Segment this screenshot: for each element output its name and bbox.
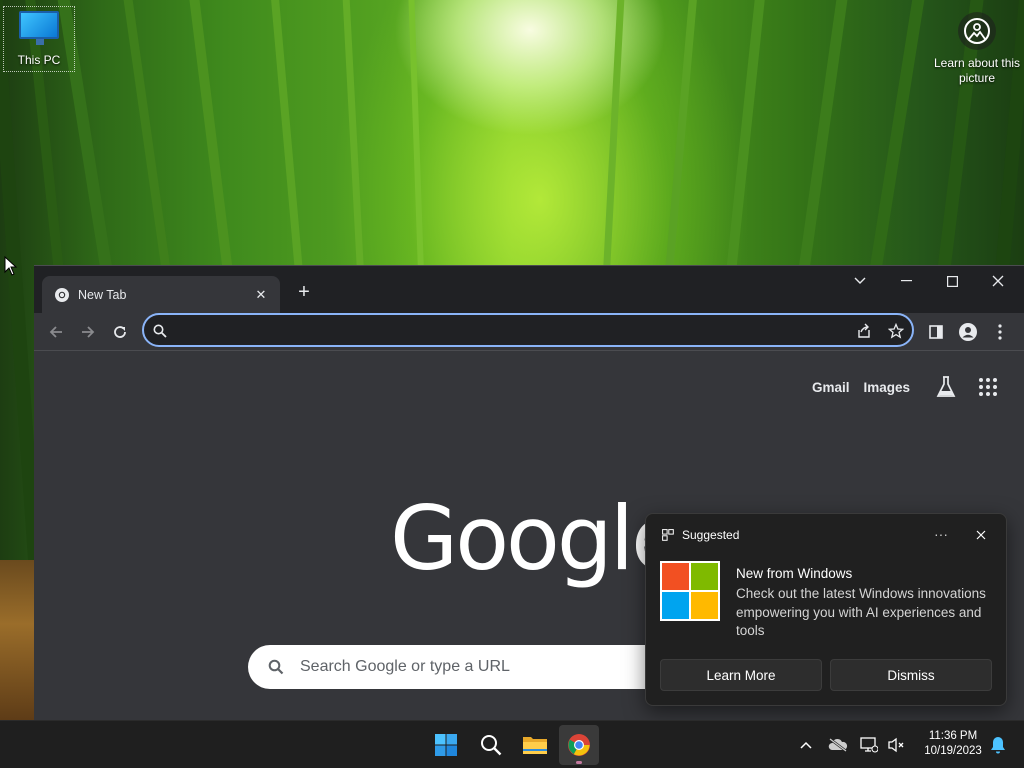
microsoft-logo-icon [660,561,720,621]
address-input[interactable] [176,319,836,341]
system-clock[interactable]: 11:36 PM 10/19/2023 [914,729,992,759]
close-window-button[interactable] [975,266,1021,296]
side-panel-icon[interactable] [924,320,948,344]
start-button[interactable] [426,725,466,765]
share-icon[interactable] [854,321,874,341]
onedrive-icon[interactable] [826,733,850,757]
desktop-icon-label: This PC [17,53,61,67]
notification-more-icon[interactable]: ··· [932,526,950,542]
desktop-icon-label: Learn about this picture [933,56,1021,85]
network-icon[interactable] [857,733,881,757]
clock-date: 10/19/2023 [924,745,982,757]
chrome-menu-icon[interactable] [988,320,1012,344]
forward-button[interactable] [76,320,100,344]
file-explorer-button[interactable] [515,725,555,765]
omnibox[interactable] [142,313,914,347]
search-icon [268,659,284,675]
taskbar: 11:36 PM 10/19/2023 [0,720,1024,768]
google-logo: Google [390,487,685,590]
notification-header: Suggested [662,528,739,542]
chrome-taskbar-button[interactable] [559,725,599,765]
ntp-top-links: Gmail Images [812,371,1024,403]
notification-bell-icon[interactable] [986,733,1010,757]
desktop-icon-this-pc[interactable]: This PC [3,6,75,72]
ntp-search-placeholder: Search Google or type a URL [300,658,510,675]
volume-muted-icon[interactable] [884,733,908,757]
profile-avatar-icon[interactable] [956,320,980,344]
desktop-icon-learn-about-picture[interactable]: Learn about this picture [932,12,1022,86]
notification-body: Check out the latest Windows innovations… [736,586,986,638]
clock-time: 11:36 PM [928,730,978,742]
start-icon [435,734,457,756]
taskbar-search-button[interactable] [471,725,511,765]
windows-notification: Suggested ··· New from Windows Check out… [645,513,1007,706]
chrome-icon [568,734,590,756]
tab-title: New Tab [78,287,127,302]
notification-header-label: Suggested [682,528,740,542]
chrome-favicon-icon [55,287,69,302]
dismiss-button[interactable]: Dismiss [830,659,992,691]
reload-button[interactable] [108,320,132,344]
minimize-button[interactable] [883,266,929,296]
search-icon [481,735,502,756]
mouse-cursor-icon [4,255,18,281]
tab-new-tab[interactable]: New Tab ✕ [42,276,280,313]
bookmark-star-icon[interactable] [886,321,906,341]
chrome-toolbar [34,313,1024,351]
back-button[interactable] [44,320,68,344]
chevron-up-icon[interactable] [794,733,818,757]
labs-flask-icon[interactable] [934,375,958,399]
chrome-titlebar: New Tab ✕ + [34,266,1024,313]
tab-close-icon[interactable]: ✕ [252,286,270,304]
gmail-link[interactable]: Gmail [812,380,850,395]
suggested-icon [662,529,674,541]
learn-picture-icon [958,12,996,50]
maximize-button[interactable] [929,266,975,296]
search-icon [150,321,170,341]
notification-title: New from Windows [736,566,853,581]
google-apps-icon[interactable] [976,375,1000,399]
notification-close-icon[interactable] [972,526,990,544]
tab-search-icon[interactable] [837,266,883,296]
new-tab-button[interactable]: + [292,280,316,304]
learn-more-button[interactable]: Learn More [660,659,822,691]
images-link[interactable]: Images [863,380,910,395]
file-explorer-icon [523,737,547,754]
this-pc-icon [19,11,59,45]
